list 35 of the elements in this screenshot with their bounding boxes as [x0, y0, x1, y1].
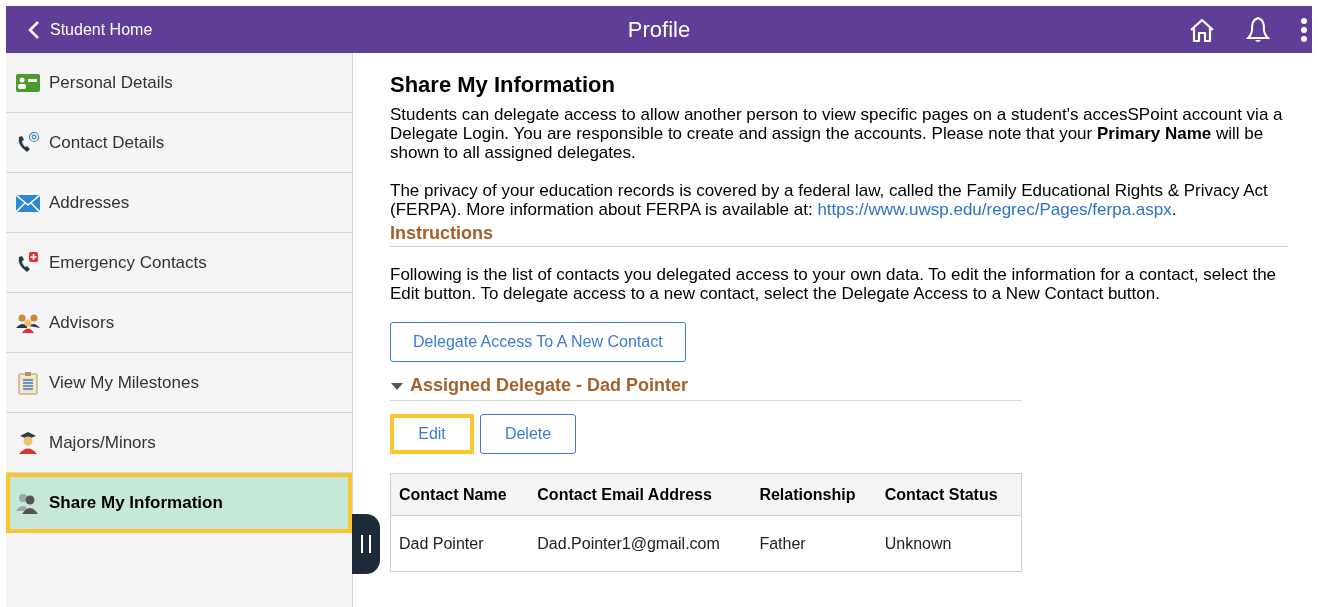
column-header: Contact Status [876, 473, 1022, 516]
sidebar-item[interactable]: Advisors [6, 293, 352, 353]
intro-paragraph: Students can delegate access to allow another person to view specific pages on a student's accesSPoint account via a Delegate Login. You are responsible to create and assign the accounts. Please note that your Primary Name will be shown to all assigned delegates. [390, 105, 1284, 162]
instructions-paragraph: Following is the list of contacts you delegated access to your own data. To edit the information for a contact, select the Edit button. To delegate access to a new contact, select the Delegate Access to a New Contact button. [390, 265, 1278, 303]
section-title: Share My Information [390, 71, 616, 99]
table-cell: Dad.Pointer1@gmail.com [529, 515, 752, 572]
column-header: Relationship [751, 473, 877, 516]
table-cell: Father [751, 515, 877, 572]
delegate-heading: Assigned Delegate - Dad Pointer [410, 376, 689, 395]
home-icon[interactable] [1188, 16, 1216, 43]
sidebar-item[interactable]: Contact Details [6, 113, 352, 173]
page-title: Profile [627, 16, 691, 43]
chevron-left-icon [28, 20, 40, 39]
sidebar-item[interactable]: Addresses [6, 173, 352, 233]
sidebar-item[interactable]: View My Milestones [6, 353, 352, 413]
delegate-access-button[interactable]: Delegate Access To A New Contact [390, 322, 686, 362]
sidebar-item[interactable]: Personal Details [6, 53, 352, 113]
table-cell: Dad Pointer [390, 515, 530, 572]
privacy-paragraph: The privacy of your education records is covered by a federal law, called the Family Educational Rights & Privacy Act (FERPA). More information about FERPA is available at: https://www.uwsp.edu/regrec/Pages/ferpa.aspx. [390, 181, 1269, 219]
edit-button[interactable]: Edit [390, 414, 474, 454]
column-header: Contact Email Address [529, 473, 752, 516]
more-icon[interactable] [1300, 16, 1308, 43]
sidebar-item[interactable]: Share My Information [6, 473, 352, 533]
id-card-icon [15, 71, 41, 94]
bell-icon[interactable] [1246, 15, 1270, 44]
delete-button[interactable]: Delete [480, 414, 576, 454]
back-button[interactable]: Student Home [6, 20, 153, 39]
column-header: Contact Name [390, 473, 530, 516]
ferpa-link[interactable]: https://www.uwsp.edu/regrec/Pages/ferpa.aspx [817, 200, 1172, 219]
expand-triangle-icon[interactable] [390, 380, 404, 391]
table-cell: Unknown [876, 515, 1022, 572]
clipboard-icon [15, 370, 41, 395]
instructions-heading: Instructions [390, 222, 1288, 247]
collapse-handle[interactable] [352, 514, 380, 574]
sidebar-item[interactable]: Emergency Contacts [6, 233, 352, 293]
